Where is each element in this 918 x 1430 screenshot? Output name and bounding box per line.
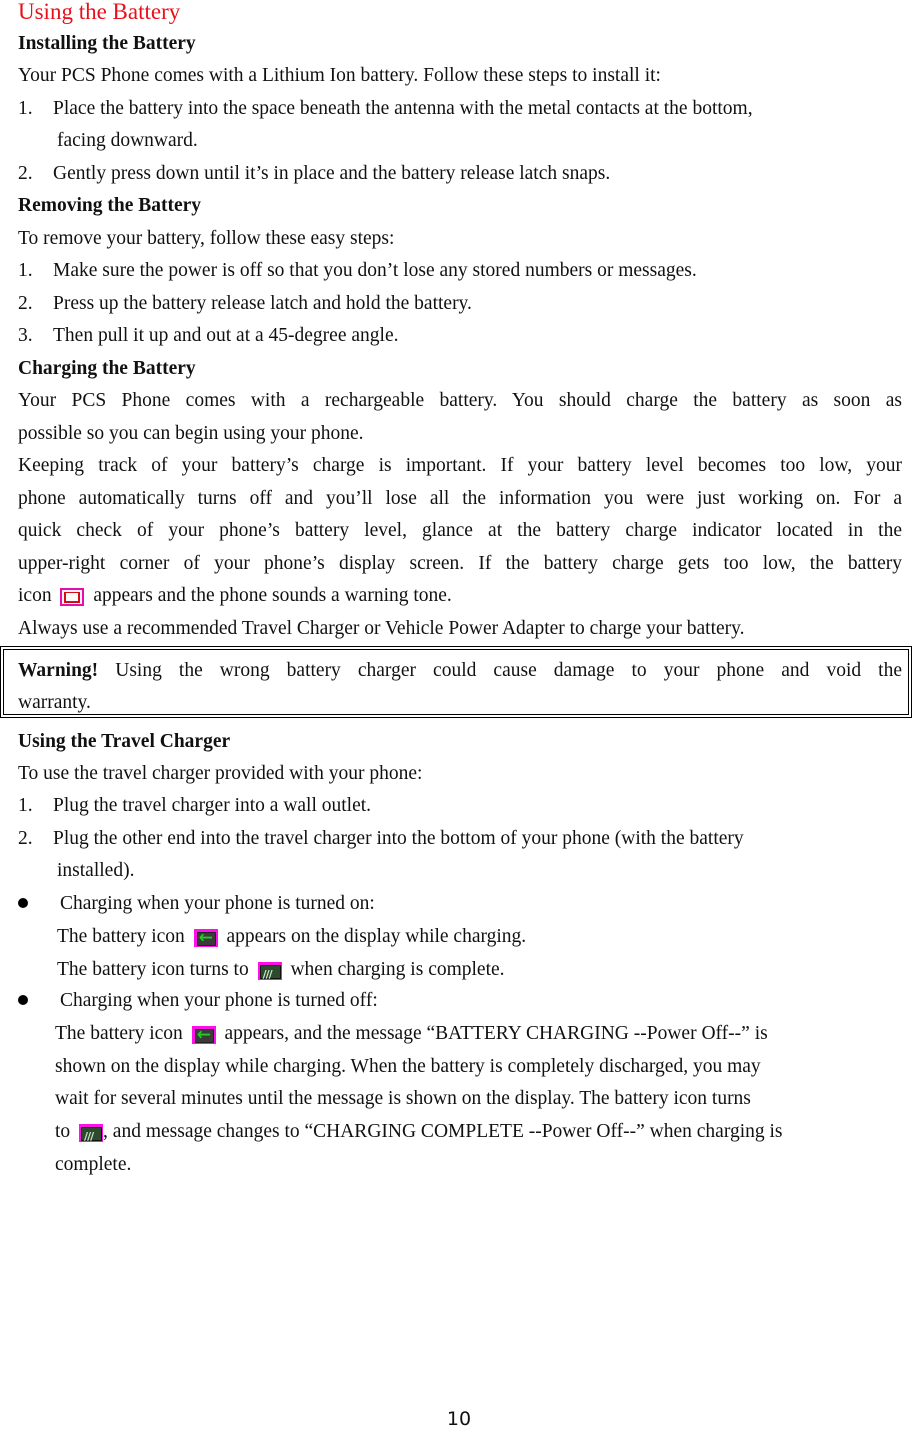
removing-intro: To remove your battery, follow these eas… bbox=[18, 228, 395, 249]
heading-charging: Charging the Battery bbox=[18, 358, 196, 379]
charging-off-line5: complete. bbox=[55, 1154, 132, 1175]
bullet-icon bbox=[18, 995, 28, 1005]
battery-low-icon bbox=[60, 587, 85, 606]
charging-p2-line5: icon appears and the phone sounds a warn… bbox=[18, 585, 452, 606]
charging-off-heading: Charging when your phone is turned off: bbox=[60, 990, 378, 1011]
charging-p2-line2: phone automatically turns off and you’ll… bbox=[18, 488, 902, 509]
heading-travel-charger: Using the Travel Charger bbox=[18, 731, 231, 752]
warning-label: Warning! bbox=[18, 660, 99, 681]
charging-off-line2: shown on the display while charging. Whe… bbox=[55, 1056, 761, 1077]
installing-step-1-cont: facing downward. bbox=[57, 130, 198, 151]
warning-line1: Warning! Using the wrong battery charger… bbox=[18, 660, 902, 681]
charging-p2-line4: upper-right corner of your phone’s displ… bbox=[18, 553, 902, 574]
charging-p2-line1: Keeping track of your battery’s charge i… bbox=[18, 455, 902, 476]
warning-box: Warning! Using the wrong battery charger… bbox=[0, 646, 912, 718]
charging-p1-line1: Your PCS Phone comes with a rechargeable… bbox=[18, 390, 902, 411]
battery-full-icon bbox=[257, 961, 282, 987]
heading-removing: Removing the Battery bbox=[18, 195, 202, 216]
charging-p3: Always use a recommended Travel Charger … bbox=[18, 618, 745, 639]
battery-charging-icon bbox=[193, 926, 218, 950]
installing-intro: Your PCS Phone comes with a Lithium Ion … bbox=[18, 65, 661, 86]
heading-installing: Installing the Battery bbox=[18, 33, 196, 54]
travel-charger-intro: To use the travel charger provided with … bbox=[18, 763, 423, 784]
charging-p1-line2: possible so you can begin using your pho… bbox=[18, 423, 364, 444]
charging-on-line2: The battery icon turns to when charging … bbox=[57, 958, 505, 987]
charging-on-heading: Charging when your phone is turned on: bbox=[60, 893, 375, 914]
travel-step-2-cont: installed). bbox=[57, 860, 135, 881]
bullet-icon bbox=[18, 898, 28, 908]
battery-charging-icon bbox=[191, 1023, 216, 1047]
warning-line2: warranty. bbox=[18, 692, 91, 713]
page-number: 10 bbox=[446, 1408, 472, 1430]
page-title: Using the Battery bbox=[18, 0, 181, 24]
charging-off-line1: The battery icon appears, and the messag… bbox=[55, 1022, 768, 1047]
charging-p2-line3: quick check of your phone’s battery leve… bbox=[18, 520, 902, 541]
charging-off-line4: to , and message changes to “CHARGING CO… bbox=[55, 1120, 783, 1149]
charging-on-line1: The battery icon appears on the display … bbox=[57, 925, 526, 950]
battery-full-icon bbox=[79, 1123, 104, 1149]
charging-off-line3: wait for several minutes until the messa… bbox=[55, 1088, 751, 1109]
